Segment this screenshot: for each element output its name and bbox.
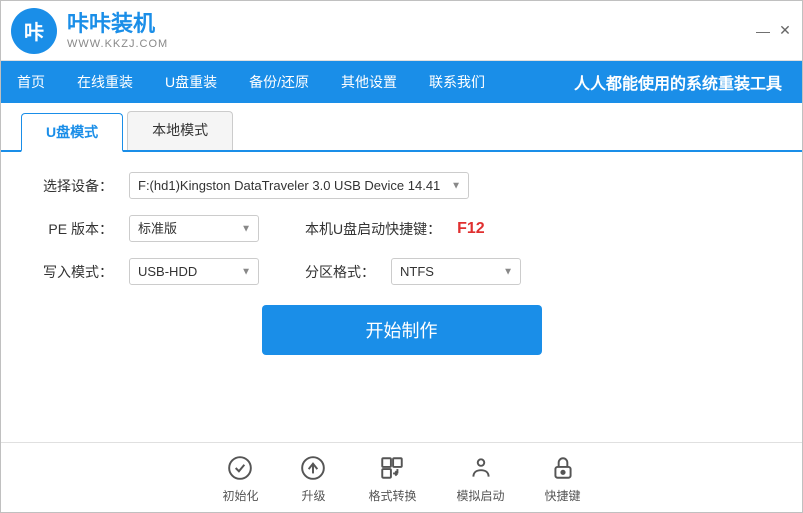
toolbar-upgrade-label: 升级 [301,487,325,504]
device-label: 选择设备： [41,176,113,196]
pe-label: PE 版本： [41,219,113,239]
tab-area: U盘模式 本地模式 [1,103,802,152]
toolbar-initialize[interactable]: 初始化 [222,453,258,504]
toolbar-initialize-label: 初始化 [222,487,258,504]
device-row: 选择设备： F:(hd1)Kingston DataTraveler 3.0 U… [41,172,762,199]
tab-usb-mode[interactable]: U盘模式 [21,113,123,152]
hotkey-value: F12 [457,220,485,238]
toolbar-shortcut[interactable]: 快捷键 [545,453,581,504]
lock-icon [548,453,578,483]
nav-item-home[interactable]: 首页 [1,61,61,103]
transfer-icon [377,453,407,483]
nav-bar: 首页 在线重装 U盘重装 备份/还原 其他设置 联系我们 人人都能使用的系统重装… [1,61,802,103]
toolbar-format-convert-label: 格式转换 [368,487,416,504]
title-controls: — ✕ [756,24,792,38]
upload-icon [298,453,328,483]
tab-local-mode[interactable]: 本地模式 [127,111,233,150]
pe-select-wrapper[interactable]: 标准版 [129,215,259,242]
main-content: 选择设备： F:(hd1)Kingston DataTraveler 3.0 U… [1,152,802,442]
partition-select-wrapper[interactable]: NTFS [391,258,521,285]
bottom-toolbar: 初始化 升级 格式转换 [1,442,802,512]
write-partition-row: 写入模式： USB-HDD 分区格式： NTFS [41,258,762,285]
app-title: 咔咔装机 [67,11,168,37]
main-window: 咔 咔咔装机 WWW.KKZJ.COM — ✕ 首页 在线重装 U盘重装 备份/… [0,0,803,513]
close-button[interactable]: ✕ [778,24,792,38]
minimize-button[interactable]: — [756,24,770,38]
write-select[interactable]: USB-HDD [129,258,259,285]
hotkey-label: 本机U盘启动快捷键： [305,219,441,239]
title-bar: 咔 咔咔装机 WWW.KKZJ.COM — ✕ [1,1,802,61]
pe-select[interactable]: 标准版 [129,215,259,242]
device-select-wrapper[interactable]: F:(hd1)Kingston DataTraveler 3.0 USB Dev… [129,172,469,199]
write-select-wrapper[interactable]: USB-HDD [129,258,259,285]
nav-item-backup-restore[interactable]: 备份/还原 [233,61,325,103]
toolbar-upgrade[interactable]: 升级 [298,453,328,504]
toolbar-simulate-boot[interactable]: 模拟启动 [457,453,505,504]
check-circle-icon [225,453,255,483]
nav-item-other-settings[interactable]: 其他设置 [325,61,413,103]
nav-item-usb-reinstall[interactable]: U盘重装 [149,61,233,103]
pe-hotkey-row: PE 版本： 标准版 本机U盘启动快捷键： F12 [41,215,762,242]
nav-item-contact[interactable]: 联系我们 [413,61,501,103]
toolbar-simulate-boot-label: 模拟启动 [457,487,505,504]
write-label: 写入模式： [41,262,113,282]
nav-slogan: 人人都能使用的系统重装工具 [574,70,802,94]
partition-select[interactable]: NTFS [391,258,521,285]
partition-label: 分区格式： [305,262,375,282]
start-button[interactable]: 开始制作 [262,305,542,355]
app-subtitle: WWW.KKZJ.COM [67,38,168,50]
logo-icon: 咔 [24,16,44,45]
toolbar-format-convert[interactable]: 格式转换 [368,453,416,504]
toolbar-shortcut-label: 快捷键 [545,487,581,504]
nav-item-online-reinstall[interactable]: 在线重装 [61,61,149,103]
person-screen-icon [466,453,496,483]
app-logo: 咔 [11,8,57,54]
title-text-block: 咔咔装机 WWW.KKZJ.COM [67,11,168,49]
device-select[interactable]: F:(hd1)Kingston DataTraveler 3.0 USB Dev… [129,172,469,199]
